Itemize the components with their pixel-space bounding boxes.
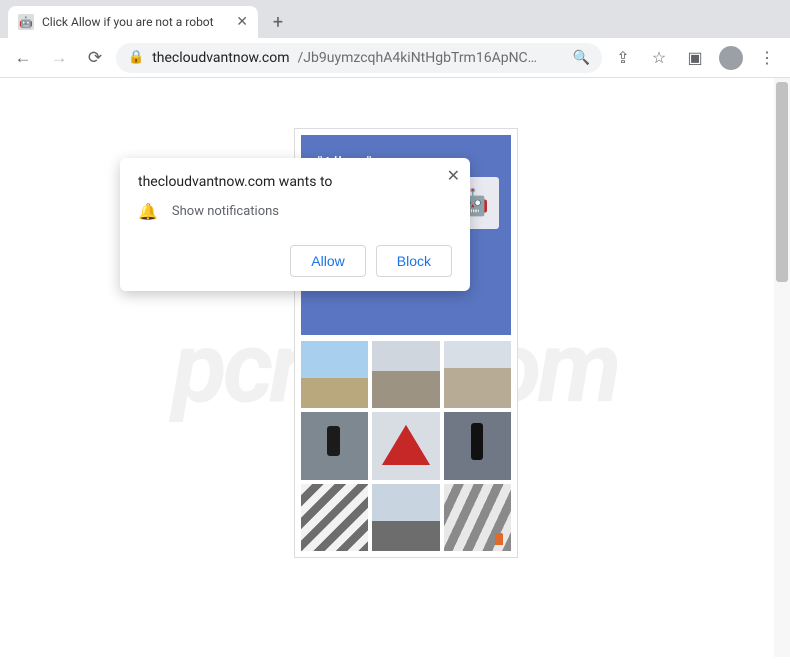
browser-tab[interactable]: 🤖 Click Allow if you are not a robot ✕ [8,6,258,38]
search-in-page-icon[interactable]: 🔍 [573,50,590,66]
reload-button[interactable]: ⟳ [80,43,110,73]
avatar-icon [719,46,743,70]
forward-button[interactable]: → [44,43,74,73]
scrollbar-track[interactable] [774,78,790,657]
tab-favicon-icon: 🤖 [18,14,34,30]
url-path: /Jb9uymzcqhA4kiNtHgbTrm16ApNC… [298,50,565,66]
captcha-tile[interactable] [444,412,511,479]
captcha-tile[interactable] [372,412,439,479]
bell-icon: 🔔 [138,202,158,221]
tab-title: Click Allow if you are not a robot [42,15,228,29]
address-bar[interactable]: 🔒 thecloudvantnow.com/Jb9uymzcqhA4kiNtHg… [116,43,602,73]
warning-sign-icon [386,429,426,463]
captcha-tile[interactable] [301,412,368,479]
bookmark-star-button[interactable]: ☆ [644,43,674,73]
tab-strip: 🤖 Click Allow if you are not a robot ✕ + [0,0,790,38]
captcha-tile[interactable] [372,484,439,551]
tab-close-button[interactable]: ✕ [236,14,248,30]
captcha-grid [301,341,511,551]
scrollbar-thumb[interactable] [776,82,788,282]
captcha-tile[interactable] [372,341,439,408]
url-domain: thecloudvantnow.com [152,50,289,66]
captcha-tile[interactable] [444,484,511,551]
captcha-tile[interactable] [301,341,368,408]
captcha-tile[interactable] [444,341,511,408]
permission-label: Show notifications [172,204,279,219]
share-button[interactable]: ⇪ [608,43,638,73]
notification-permission-dialog: ✕ thecloudvantnow.com wants to 🔔 Show no… [120,158,470,291]
captcha-tile[interactable] [301,484,368,551]
sidepanel-button[interactable]: ▣ [680,43,710,73]
dialog-close-button[interactable]: ✕ [447,166,460,185]
dialog-title: thecloudvantnow.com wants to [138,174,452,190]
profile-button[interactable] [716,43,746,73]
back-button[interactable]: ← [8,43,38,73]
browser-toolbar: ← → ⟳ 🔒 thecloudvantnow.com/Jb9uymzcqhA4… [0,38,790,78]
new-tab-button[interactable]: + [264,8,292,36]
block-button[interactable]: Block [376,245,452,277]
kebab-menu-button[interactable]: ⋮ [752,43,782,73]
allow-button[interactable]: Allow [290,245,365,277]
lock-icon: 🔒 [128,50,144,65]
page-viewport: pcrisk.com "Allow" if you see a robot 🤖 … [0,78,790,657]
